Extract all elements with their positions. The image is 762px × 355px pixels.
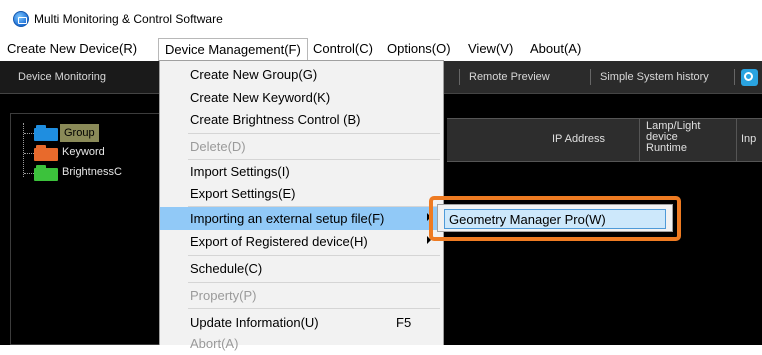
- tab-separator: [459, 69, 460, 85]
- menu-item-label: Importing an external setup file(F): [190, 211, 385, 226]
- tree-connector: [23, 123, 24, 177]
- folder-icon: [34, 145, 58, 161]
- menu-options[interactable]: Options(O): [387, 41, 451, 56]
- device-management-dropdown: Create New Group(G) Create New Keyword(K…: [159, 60, 444, 351]
- menu-item-property: Property(P): [160, 284, 443, 307]
- menu-item-delete: Delete(D): [160, 135, 443, 158]
- menu-item-label: Property(P): [190, 288, 257, 303]
- tab-remote-preview-label: Remote Preview: [469, 71, 550, 83]
- tab-simple-system-history[interactable]: Simple System history: [600, 61, 730, 93]
- title-bar: Multi Monitoring & Control Software: [0, 0, 762, 38]
- menu-about[interactable]: About(A): [530, 41, 581, 56]
- tab-separator: [734, 69, 735, 85]
- tree-connector: [24, 173, 34, 174]
- tree-item-label: BrightnessC: [62, 166, 122, 178]
- menu-item-update-information[interactable]: Update Information(U) F5: [160, 311, 443, 334]
- menu-device-management[interactable]: Device Management(F): [158, 38, 308, 61]
- menu-item-create-new-keyword[interactable]: Create New Keyword(K): [160, 86, 443, 109]
- tab-separator: [590, 69, 591, 85]
- menu-item-label: Create New Group(G): [190, 67, 318, 82]
- refresh-icon[interactable]: [741, 69, 758, 86]
- tree-item-label: Keyword: [62, 146, 105, 158]
- tree-connector: [24, 133, 34, 134]
- menu-item-create-brightness-control[interactable]: Create Brightness Control (B): [160, 108, 443, 131]
- column-label: Lamp/Light device Runtime: [646, 120, 701, 154]
- menu-create-new-device[interactable]: Create New Device(R): [7, 41, 137, 56]
- tab-device-monitoring-label: Device Monitoring: [18, 71, 107, 83]
- app-icon: [13, 11, 29, 27]
- column-header-input[interactable]: Inp: [737, 119, 762, 161]
- window-title: Multi Monitoring & Control Software: [34, 12, 223, 26]
- menu-separator: [188, 282, 440, 283]
- menu-item-export-settings[interactable]: Export Settings(E): [160, 182, 443, 205]
- menu-item-label: Delete(D): [190, 139, 246, 154]
- highlight-callout-box: [429, 196, 681, 241]
- column-label: IP Address: [552, 133, 605, 145]
- menu-item-label: Update Information(U): [190, 315, 319, 330]
- menu-control[interactable]: Control(C): [313, 41, 373, 56]
- column-header-lamp-runtime[interactable]: Lamp/Light device Runtime: [640, 119, 737, 161]
- menu-item-schedule[interactable]: Schedule(C): [160, 257, 443, 280]
- tab-device-monitoring[interactable]: Device Monitoring: [0, 61, 170, 93]
- device-grid-header: IP Address Lamp/Light device Runtime Inp: [447, 118, 762, 162]
- tree-item-label: Group: [60, 124, 99, 142]
- menu-item-abort: Abort(A): [160, 332, 443, 355]
- menu-item-label: Create New Keyword(K): [190, 90, 331, 105]
- menu-bar: Create New Device(R) Device Management(F…: [0, 38, 762, 61]
- menu-view[interactable]: View(V): [468, 41, 513, 56]
- menu-item-export-registered-device[interactable]: Export of Registered device(H): [160, 230, 443, 253]
- menu-item-label: Export Settings(E): [190, 186, 296, 201]
- folder-icon: [34, 165, 58, 181]
- tree-connector: [24, 153, 34, 154]
- menu-separator: [188, 133, 440, 134]
- menu-item-create-new-group[interactable]: Create New Group(G): [160, 63, 443, 86]
- menu-separator: [188, 308, 440, 309]
- menu-item-import-external-setup-file[interactable]: Importing an external setup file(F): [160, 207, 443, 230]
- menu-item-import-settings[interactable]: Import Settings(I): [160, 160, 443, 183]
- menu-item-label: Schedule(C): [190, 261, 263, 276]
- menu-item-label: Abort(A): [190, 336, 239, 351]
- shortcut-label: F5: [396, 315, 412, 330]
- menu-item-label: Export of Registered device(H): [190, 234, 368, 249]
- menu-separator: [188, 255, 440, 256]
- menu-item-label: Import Settings(I): [190, 164, 290, 179]
- column-label: Inp: [741, 133, 757, 145]
- tab-simple-system-history-label: Simple System history: [600, 71, 709, 83]
- menu-item-label: Create Brightness Control (B): [190, 112, 361, 127]
- column-header-ip-address[interactable]: IP Address: [447, 119, 640, 161]
- folder-icon: [34, 125, 58, 141]
- tab-remote-preview[interactable]: Remote Preview: [469, 61, 579, 93]
